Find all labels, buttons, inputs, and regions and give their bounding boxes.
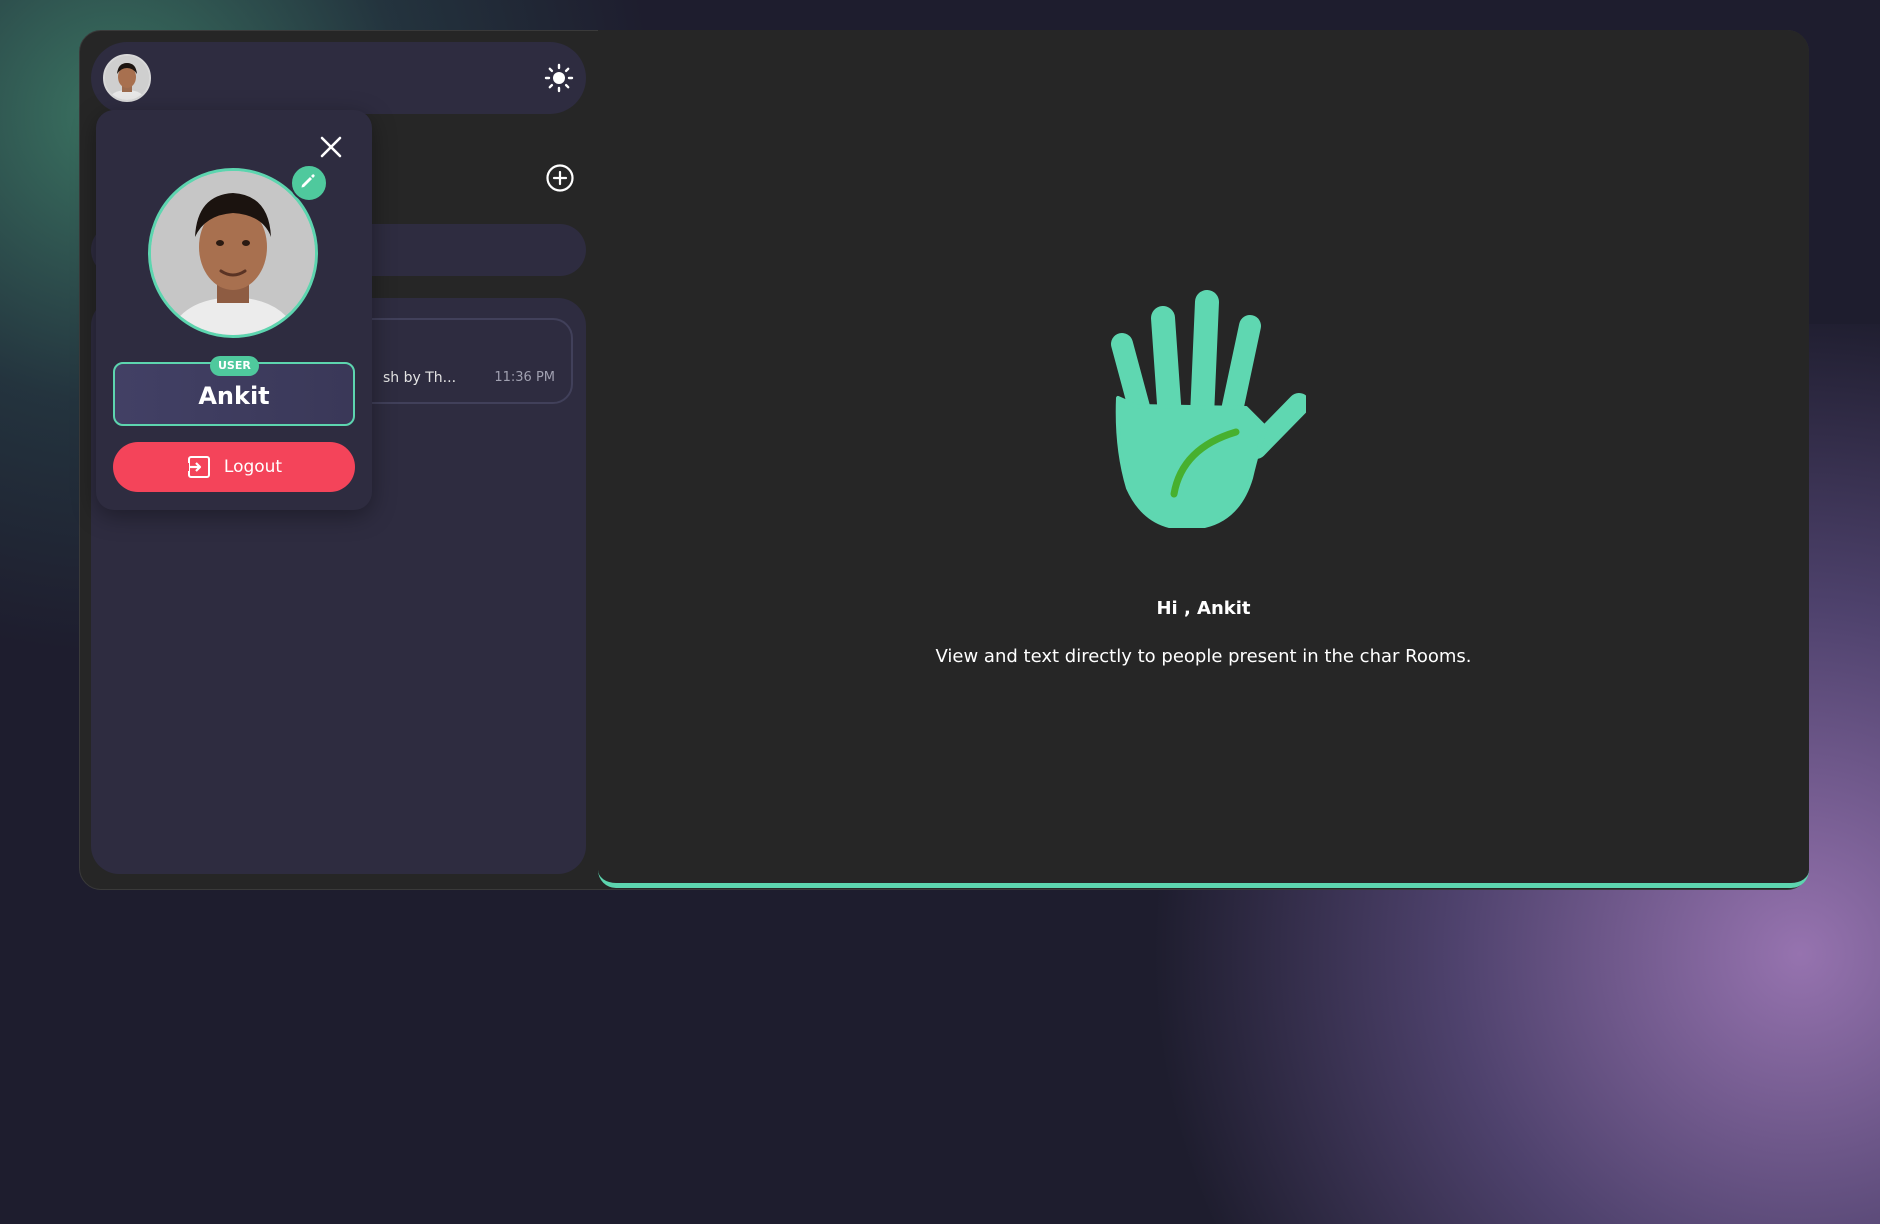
sidebar-header [91, 42, 586, 114]
avatar[interactable] [103, 54, 151, 102]
pencil-icon [301, 174, 315, 188]
main-panel: Hi , Ankit View and text directly to peo… [598, 30, 1809, 888]
edit-avatar-button[interactable] [290, 164, 328, 202]
greeting-text: Hi , Ankit [1156, 598, 1251, 619]
waving-hand-icon [1111, 290, 1306, 528]
welcome-message: View and text directly to people present… [935, 646, 1472, 667]
profile-card: Ankit USER Logout [96, 110, 372, 510]
plus-circle-icon[interactable] [544, 162, 576, 194]
logout-button[interactable]: Logout [113, 442, 355, 492]
close-icon[interactable] [318, 134, 344, 160]
logout-icon [185, 456, 210, 478]
logout-label: Logout [223, 457, 283, 477]
room-timestamp: 11:36 PM [494, 370, 555, 385]
sun-icon[interactable] [544, 63, 574, 93]
room-last-message: sh by Th... [383, 370, 457, 386]
username: Ankit [198, 382, 270, 410]
role-badge: USER [210, 356, 259, 376]
